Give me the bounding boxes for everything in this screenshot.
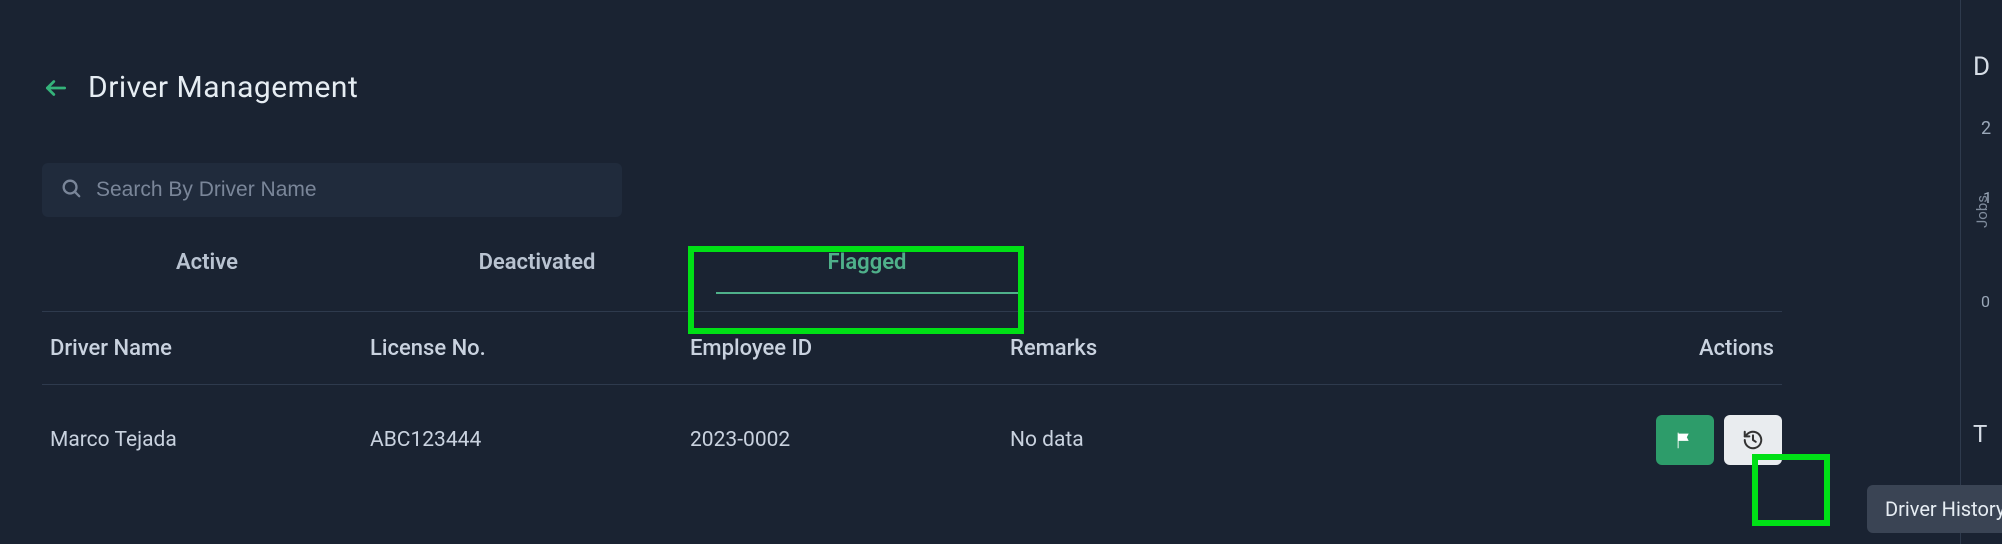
tabs: Active Deactivated Flagged — [42, 227, 1918, 297]
col-license-no: License No. — [362, 336, 682, 361]
history-icon — [1742, 429, 1764, 451]
cell-license-no: ABC123444 — [362, 428, 682, 452]
right-panel-zero: 0 — [1981, 292, 1990, 311]
right-panel: D 2 1 Jobs 0 T — [1960, 0, 2002, 544]
search-input[interactable] — [96, 178, 604, 202]
col-remarks: Remarks — [1002, 336, 1592, 361]
arrow-left-icon — [43, 75, 69, 101]
tab-flagged[interactable]: Flagged — [702, 227, 1032, 297]
tab-active[interactable]: Active — [42, 227, 372, 297]
right-panel-num-2: 2 — [1981, 118, 1991, 139]
drivers-table: Driver Name License No. Employee ID Rema… — [42, 311, 1782, 495]
cell-employee-id: 2023-0002 — [682, 428, 1002, 452]
table-header: Driver Name License No. Employee ID Rema… — [42, 311, 1782, 385]
tab-deactivated[interactable]: Deactivated — [372, 227, 702, 297]
flag-icon — [1674, 429, 1696, 451]
tooltip-driver-history: Driver History — [1867, 485, 2002, 533]
search-container — [42, 163, 622, 217]
col-employee-id: Employee ID — [682, 336, 1002, 361]
back-button[interactable] — [42, 74, 70, 102]
page-title: Driver Management — [88, 70, 358, 105]
right-panel-jobs-label: Jobs — [1973, 195, 1991, 228]
table-row: Marco Tejada ABC123444 2023-0002 No data — [42, 385, 1782, 495]
flag-button[interactable] — [1656, 415, 1714, 465]
right-panel-letter-t: T — [1973, 420, 1987, 448]
cell-driver-name: Marco Tejada — [42, 428, 362, 452]
right-panel-letter-d: D — [1973, 52, 1990, 82]
search-icon — [60, 177, 82, 203]
col-actions: Actions — [1691, 336, 1782, 361]
col-driver-name: Driver Name — [42, 336, 362, 361]
history-button[interactable] — [1724, 415, 1782, 465]
cell-actions — [1592, 415, 1782, 465]
cell-remarks: No data — [1002, 428, 1592, 452]
